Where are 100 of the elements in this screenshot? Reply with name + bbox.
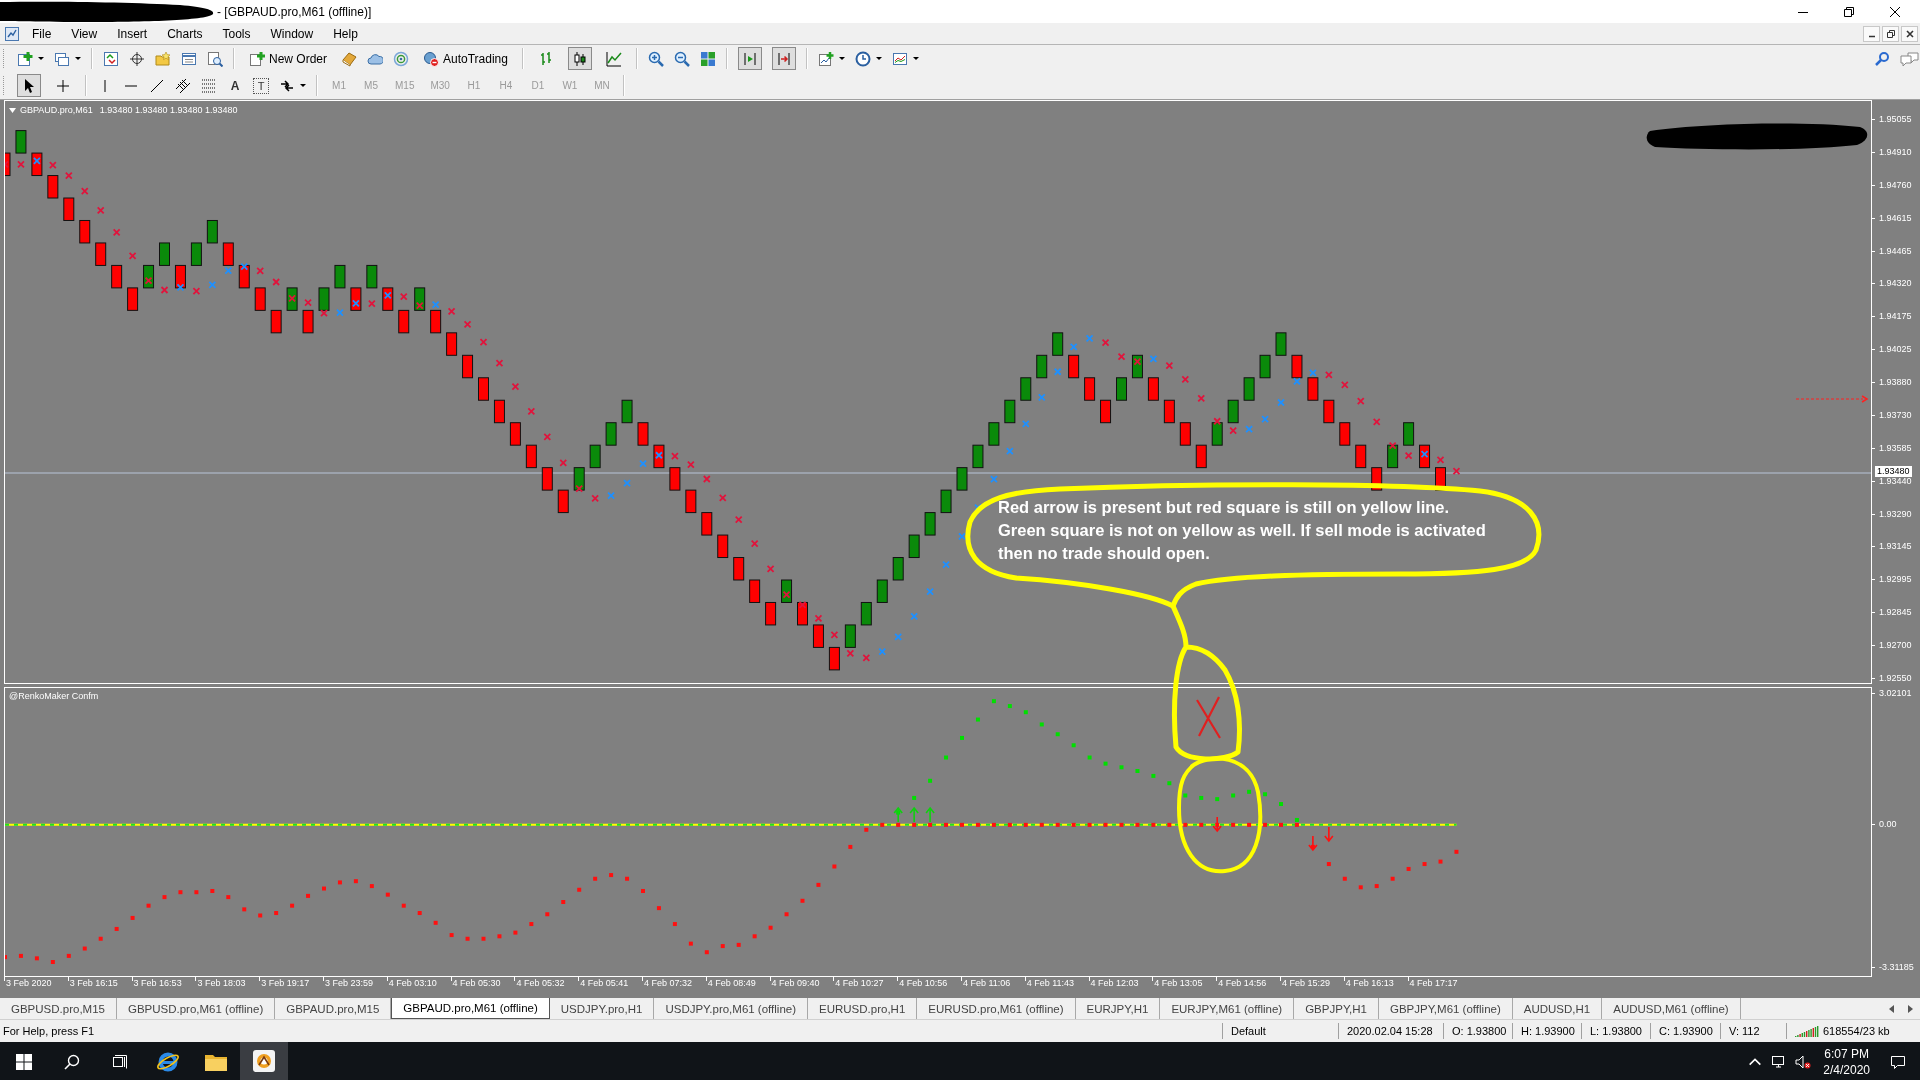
cross-mark-icon [1195,695,1222,740]
time-axis-label: 4 Feb 12:03 [1090,978,1139,988]
trading-app-taskbar-button[interactable] [240,1042,288,1080]
price-axis-label: 1.93440 [1879,475,1912,487]
close-icon[interactable] [1890,6,1900,17]
chart-tab[interactable]: EURJPY,M61 (offline) [1160,998,1295,1019]
chart-symbol: GBPAUD.pro,M61 [20,105,93,115]
child-close-button[interactable] [1901,25,1918,42]
price-axis-label: 1.94760 [1879,179,1912,191]
target-icon[interactable] [129,50,145,67]
time-axis-label: 4 Feb 11:43 [1026,978,1075,988]
indicator-axis-label: -3.31185 [1879,962,1914,973]
browser-icon [156,1050,180,1074]
chart-tab[interactable]: EURUSD.pro,H1 [808,998,918,1019]
price-axis-label: 1.93585 [1879,442,1912,454]
caret-icon[interactable] [300,84,306,87]
chart-tab[interactable]: AUDUSD,H1 [1512,998,1603,1019]
menu-item[interactable]: Window [263,26,321,41]
scroll-left-icon[interactable] [1889,1004,1894,1013]
time-axis-label: 4 Feb 16:13 [1345,978,1394,988]
price-axis-label: 1.94465 [1879,245,1912,257]
status-datetime: 2020.02.04 15:28 [1338,1023,1443,1039]
label-tool-button[interactable]: T [253,77,269,94]
stop-badge-icon [423,50,439,67]
time-axis-label: 4 Feb 10:56 [899,978,948,988]
chart-tab[interactable]: USDJPY.pro,H1 [549,998,655,1019]
time-axis-label: 4 Feb 10:27 [835,978,884,988]
chart-tab[interactable]: GBPJPY,M61 (offline) [1378,998,1513,1019]
chart-tab[interactable]: AUDUSD,M61 (offline) [1602,998,1741,1019]
menu-item[interactable]: Tools [215,26,258,41]
child-restore-button[interactable] [1882,25,1899,42]
windows-logo-icon[interactable] [16,1054,32,1070]
chart-tab[interactable]: GBPAUD.pro,M61 (offline) [391,998,550,1019]
collapse-triangle-icon[interactable] [9,107,16,113]
task-view-icon[interactable] [112,1054,128,1070]
status-open: O: 1.93800 [1443,1023,1512,1039]
time-axis-label: 4 Feb 13:05 [1154,978,1203,988]
new-order-button[interactable]: New Order [245,47,331,70]
scroll-right-icon[interactable] [1908,1004,1913,1013]
dotted-lines-icon[interactable] [201,77,217,94]
chat-icon[interactable] [1900,50,1920,67]
chart-tab[interactable]: EURJPY,H1 [1075,998,1161,1019]
auto-scroll-button[interactable] [771,47,796,70]
arrows-icon[interactable] [279,77,295,94]
hatched-lines-icon[interactable] [175,77,191,94]
price-axis-label: 1.95055 [1879,114,1912,125]
up-arrow-icon [925,806,935,823]
candlestick-button[interactable] [567,47,592,70]
caret-icon[interactable] [875,57,882,60]
menu-item[interactable]: File [25,26,59,41]
indicator-name: @RenkoMaker Confm [9,691,99,701]
chart-tab[interactable]: EURUSD.pro,M61 (offline) [917,998,1076,1019]
caret-icon[interactable] [38,57,44,60]
price-axis-label: 1.93880 [1879,377,1912,388]
chart-tab[interactable]: GBPUSD.pro,M61 (offline) [116,998,276,1019]
chart-tab[interactable]: GBPJPY,H1 [1294,998,1379,1019]
text-tool-button[interactable]: A [227,75,243,96]
star-folder-icon[interactable] [155,50,171,67]
menu-item[interactable]: Insert [110,26,155,41]
notification-icon[interactable] [1890,1054,1906,1070]
current-price-label: 1.93480 [1875,466,1912,477]
window-list-icon[interactable] [181,50,197,67]
cursor-button[interactable] [17,74,41,97]
trend-line-icon[interactable] [149,77,165,94]
book-icon[interactable] [341,50,357,67]
chart-plus-icon[interactable] [817,50,834,67]
chart-tab[interactable]: GBPUSD.pro,M15 [0,998,117,1019]
chart-tab[interactable]: USDJPY.pro,M61 (offline) [654,998,808,1019]
menu-item[interactable]: View [64,26,105,41]
time-axis-label: 3 Feb 16:53 [133,978,182,988]
price-axis-label: 1.93730 [1879,409,1912,421]
clock-icon[interactable] [854,50,871,67]
down-arrow-icon [1212,816,1222,833]
menu-item[interactable]: Charts [160,26,210,41]
time-axis-label: 4 Feb 07:32 [643,978,692,988]
caret-icon[interactable] [838,57,845,60]
restore-icon[interactable] [1844,6,1854,17]
chart-shift-button[interactable] [737,47,762,70]
price-axis-label: 1.94615 [1879,212,1912,224]
window-plus-icon[interactable] [17,50,33,67]
caret-icon[interactable] [75,57,81,60]
stacked-windows-icon[interactable] [54,50,70,67]
search-icon[interactable] [64,1054,80,1070]
volume-muted-icon[interactable] [1795,1054,1812,1070]
status-low: L: 1.93800 [1581,1023,1650,1039]
zoom-out-icon[interactable] [673,50,690,67]
arrow-between-lines-icon [775,50,792,67]
autotrading-button[interactable]: AutoTrading [419,47,512,70]
tile-windows-icon[interactable] [699,50,716,67]
time-axis-label: 4 Feb 11:06 [962,978,1011,988]
zoom-in-icon[interactable] [647,50,664,67]
menu-item[interactable]: Help [326,26,365,41]
app-icon[interactable] [5,26,19,41]
document-magnifier-icon[interactable] [207,50,223,67]
time-axis-label: 4 Feb 17:17 [1409,978,1458,988]
up-down-arrows-icon[interactable] [103,50,119,67]
concentric-circles-icon[interactable] [393,50,409,67]
price-axis-label: 1.92550 [1879,672,1912,684]
chart-window-icon[interactable] [891,50,908,67]
caret-icon[interactable] [912,57,919,60]
